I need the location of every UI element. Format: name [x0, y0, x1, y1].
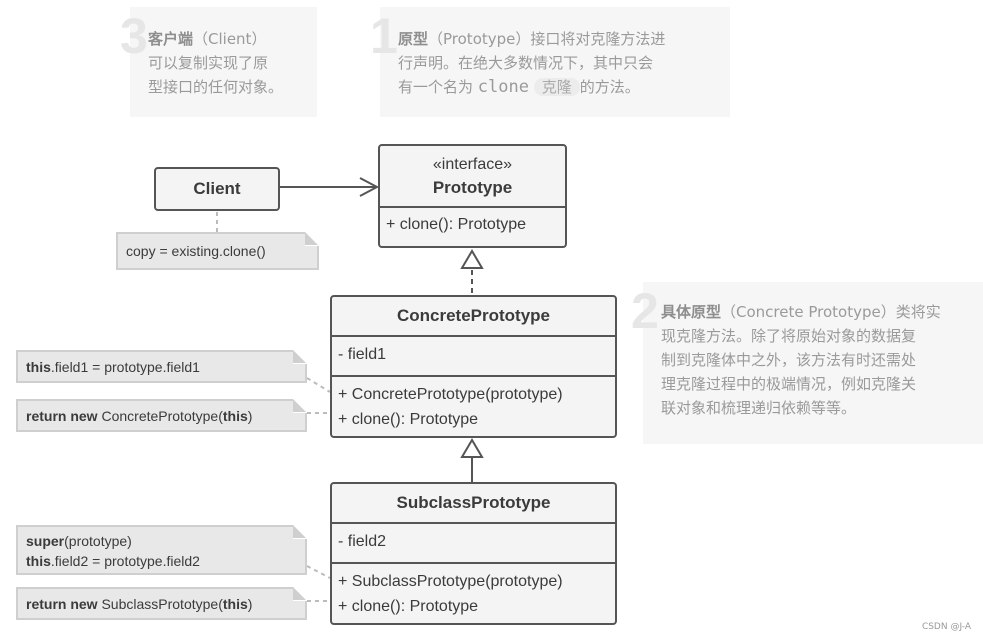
note-fold-icon: [293, 350, 307, 364]
callout-line: 制到克隆体中之外，该方法有时还需处: [661, 351, 917, 369]
callout-title-en: （Client）: [193, 30, 267, 48]
keyword: return new: [26, 408, 98, 424]
note-text: (prototype): [64, 533, 132, 549]
code-pill: 克隆: [533, 78, 580, 96]
class-name: Prototype: [432, 178, 513, 197]
inheritance-arrowhead: [460, 438, 484, 458]
callout-line: 有一个名为: [398, 78, 474, 96]
field: - field1: [338, 346, 387, 363]
note-fold-icon: [293, 525, 307, 539]
class-subclass-prototype[interactable]: SubclassPrototype - field2 + SubclassPro…: [330, 482, 617, 625]
callout-line: 联对象和梳理递归依赖等等。: [661, 399, 857, 417]
realization-arrowhead: [460, 249, 484, 269]
method: + clone(): Prototype: [386, 216, 527, 233]
method: + ConcretePrototype(prototype): [338, 386, 563, 403]
class-name: SubclassPrototype: [396, 493, 551, 512]
note-fold-icon: [293, 587, 307, 601]
callout-line: 类将实: [895, 303, 941, 321]
callout-line: 可以复制实现了原: [148, 54, 269, 72]
callout-title-en: （Concrete Prototype）: [721, 303, 896, 321]
keyword: this: [222, 596, 248, 612]
note-fold-icon: [305, 232, 319, 246]
note-text: ): [247, 408, 253, 424]
note-link-concrete-ctor: [306, 377, 331, 393]
note-text: copy = existing.clone(): [126, 243, 266, 259]
callout-concrete: 2 具体原型（Concrete Prototype）类将实 现克隆方法。除了将原…: [631, 282, 983, 444]
note-text: .field2 = prototype.field2: [50, 553, 200, 569]
field: - field2: [338, 533, 387, 550]
class-concrete-prototype[interactable]: ConcretePrototype - field1 + ConcretePro…: [330, 295, 617, 438]
note-text: ): [247, 596, 253, 612]
keyword: this: [26, 359, 51, 375]
callout-number: 3: [120, 8, 148, 64]
keyword: return new: [26, 596, 98, 612]
method: + clone(): Prototype: [338, 598, 479, 615]
class-name: ConcretePrototype: [396, 306, 551, 325]
callout-number: 2: [631, 283, 659, 339]
note-concrete-constructor: this.field1 = prototype.field1: [16, 350, 307, 383]
note-text: SubclassPrototype(: [97, 596, 223, 612]
note-client: copy = existing.clone(): [116, 232, 319, 270]
method: + clone(): Prototype: [338, 411, 479, 428]
keyword: this: [222, 408, 248, 424]
callout-line: 接口将对克隆方法进: [530, 30, 666, 48]
keyword: super: [26, 533, 65, 549]
callout-title: 具体原型: [661, 303, 722, 321]
note-concrete-clone: return new ConcretePrototype(this): [16, 399, 307, 432]
note-link-sub-ctor: [306, 565, 331, 579]
class-prototype[interactable]: «interface» Prototype + clone(): Prototy…: [378, 144, 567, 248]
callout-number: 1: [370, 8, 398, 64]
callout-line: 行声明。在绝大多数情况下，其中只会: [398, 54, 654, 72]
watermark: CSDN @J-A: [921, 622, 971, 632]
callout-prototype: 1 原型（Prototype）接口将对克隆方法进 行声明。在绝大多数情况下，其中…: [370, 7, 730, 117]
code-clone: clone: [477, 77, 529, 97]
method: + SubclassPrototype(prototype): [338, 573, 563, 590]
callout-title: 原型: [398, 30, 429, 48]
keyword: this: [26, 553, 51, 569]
callout-line: 型接口的任何对象。: [148, 78, 284, 96]
callout-client: 3 客户端（Client） 可以复制实现了原 型接口的任何对象。: [120, 7, 317, 117]
note-subclass-constructor: super(prototype) this.field2 = prototype…: [16, 525, 307, 575]
note-text: .field1 = prototype.field1: [50, 359, 200, 375]
callout-title-en: （Prototype）: [428, 30, 531, 48]
note-fold-icon: [293, 399, 307, 413]
callout-line: 的方法。: [579, 78, 640, 96]
class-name: Client: [193, 179, 241, 198]
stereotype-label: «interface»: [432, 156, 513, 173]
callout-title: 客户端: [148, 30, 194, 48]
callout-line: 理克隆过程中的极端情况，例如克隆关: [661, 375, 917, 393]
class-client[interactable]: Client: [154, 167, 280, 211]
callout-line: 现克隆方法。除了将原始对象的数据复: [661, 327, 917, 345]
note-subclass-clone: return new SubclassPrototype(this): [16, 587, 307, 620]
note-text: ConcretePrototype(: [97, 408, 223, 424]
